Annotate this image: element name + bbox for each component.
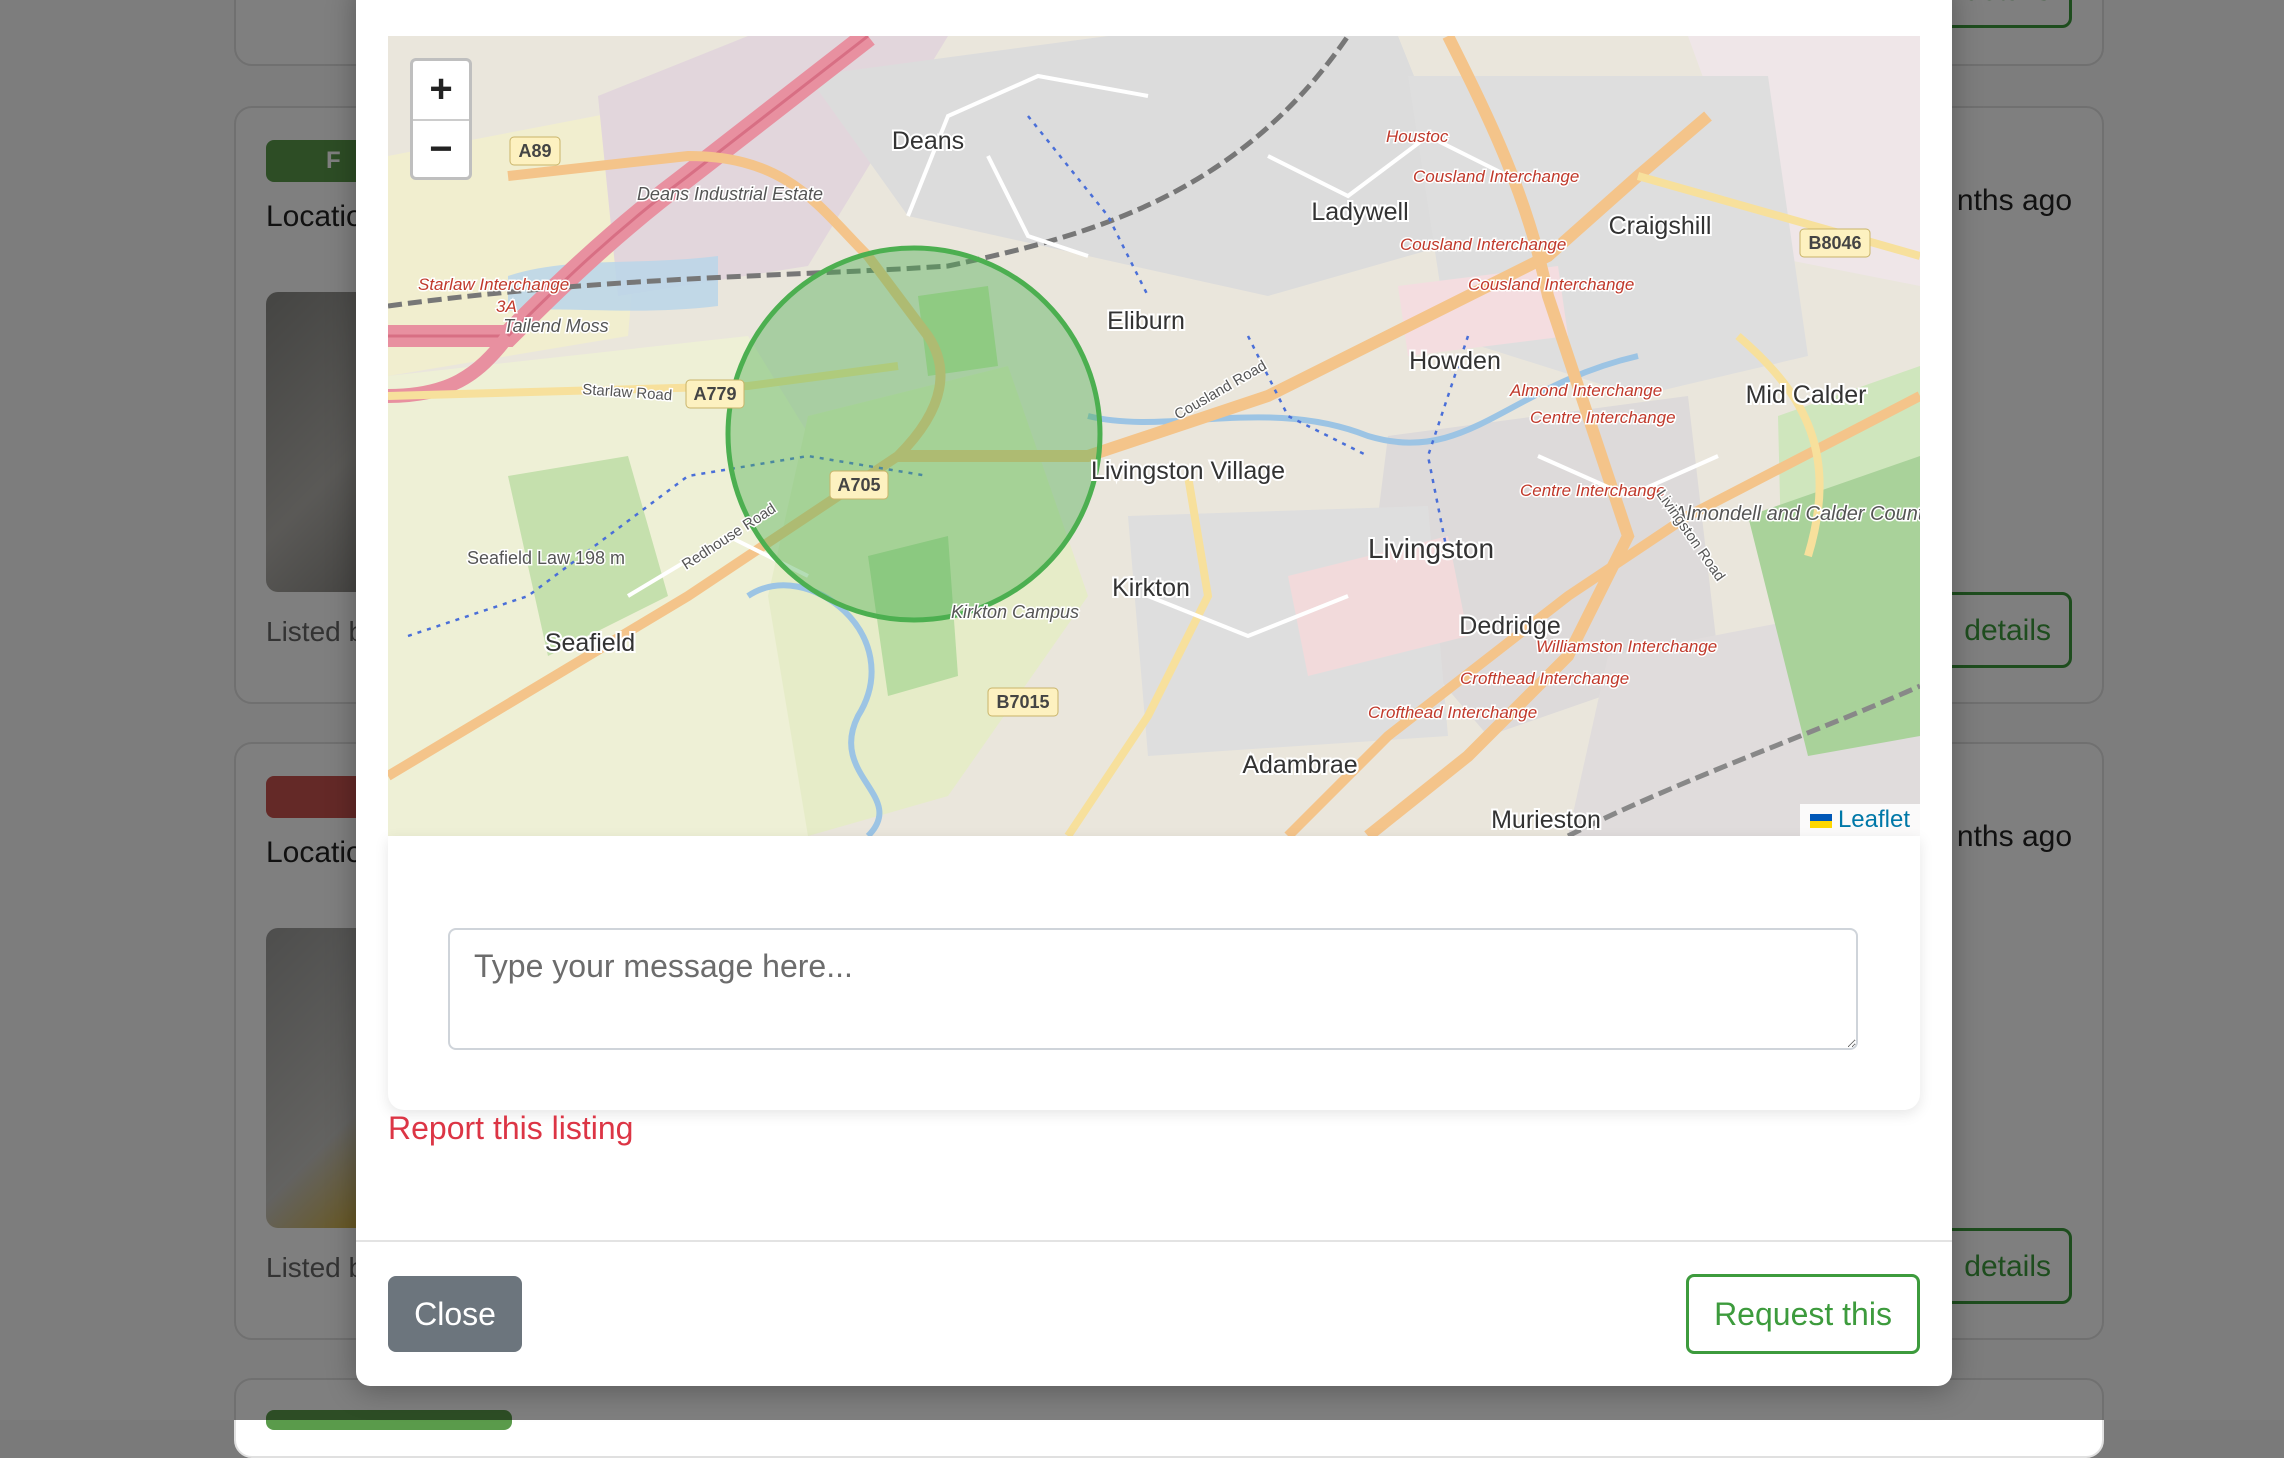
- map-label-almondell: Almondell and Calder Country Park: [1672, 503, 1920, 525]
- road-shield-a89: A89: [518, 141, 551, 161]
- map-label-adambrae: Adambrae: [1242, 751, 1357, 779]
- map-label-williamston-interchange: Williamston Interchange: [1536, 637, 1717, 656]
- map-label-craigshill: Craigshill: [1609, 212, 1712, 240]
- message-textarea[interactable]: [448, 928, 1858, 1050]
- map-label-crofthead-interchange-2: Crofthead Interchange: [1368, 703, 1537, 722]
- map-label-eliburn: Eliburn: [1107, 307, 1185, 335]
- map-tiles: A89 A779 A705 B7015 B8046 Deans Ladywell…: [388, 36, 1920, 836]
- listing-modal: A89 A779 A705 B7015 B8046 Deans Ladywell…: [356, 0, 1952, 1386]
- map-label-centre-interchange-2: Centre Interchange: [1520, 481, 1666, 500]
- map-label-howden: Howden: [1409, 347, 1501, 375]
- zoom-out-button[interactable]: −: [413, 121, 469, 179]
- road-shield-b7015: B7015: [996, 692, 1049, 712]
- map-label-cousland-interchange-3: Cousland Interchange: [1468, 275, 1634, 294]
- zoom-control: + −: [410, 58, 472, 180]
- map-label-houston: Houstoc: [1386, 127, 1449, 146]
- leaflet-link[interactable]: Leaflet: [1838, 806, 1910, 833]
- modal-footer-divider: [356, 1240, 1952, 1242]
- map-label-seafield: Seafield: [545, 629, 635, 657]
- location-map[interactable]: A89 A779 A705 B7015 B8046 Deans Ladywell…: [388, 36, 1920, 836]
- zoom-in-button[interactable]: +: [413, 61, 469, 121]
- map-label-kirkton: Kirkton: [1112, 574, 1190, 602]
- map-label-tailend-moss: Tailend Moss: [503, 316, 608, 336]
- map-label-dedridge: Dedridge: [1459, 612, 1560, 640]
- map-label-cousland-interchange-2: Cousland Interchange: [1400, 235, 1566, 254]
- map-label-seafield-law: Seafield Law 198 m: [467, 548, 625, 568]
- map-label-centre-interchange: Centre Interchange: [1530, 408, 1676, 427]
- map-label-murieston: Murieston: [1491, 806, 1601, 834]
- road-shield-b8046: B8046: [1808, 233, 1861, 253]
- map-label-livingston-village: Livingston Village: [1091, 457, 1285, 485]
- map-label-starlaw-interchange: Starlaw Interchange: [418, 275, 569, 294]
- map-label-deans: Deans: [892, 127, 964, 155]
- map-label-almond-interchange: Almond Interchange: [1509, 381, 1662, 400]
- map-label-livingston: Livingston: [1368, 533, 1494, 564]
- report-listing-link[interactable]: Report this listing: [388, 1110, 633, 1147]
- road-shield-a705: A705: [837, 475, 880, 495]
- request-button[interactable]: Request this: [1686, 1274, 1920, 1354]
- map-attribution: Leaflet: [1799, 804, 1920, 836]
- map-label-kirkton-campus: Kirkton Campus: [951, 602, 1079, 622]
- map-label-cousland-interchange: Cousland Interchange: [1413, 167, 1579, 186]
- close-button[interactable]: Close: [388, 1276, 522, 1352]
- map-label-ladywell: Ladywell: [1311, 198, 1408, 226]
- message-card: [388, 836, 1920, 1110]
- map-label-mid-calder: Mid Calder: [1746, 381, 1867, 409]
- ukraine-flag-icon: [1809, 813, 1832, 828]
- map-label-crofthead-interchange: Crofthead Interchange: [1460, 669, 1629, 688]
- road-shield-a779: A779: [693, 384, 736, 404]
- map-label-junction-3a: 3A: [496, 297, 517, 316]
- map-label-deans-industrial: Deans Industrial Estate: [637, 184, 823, 204]
